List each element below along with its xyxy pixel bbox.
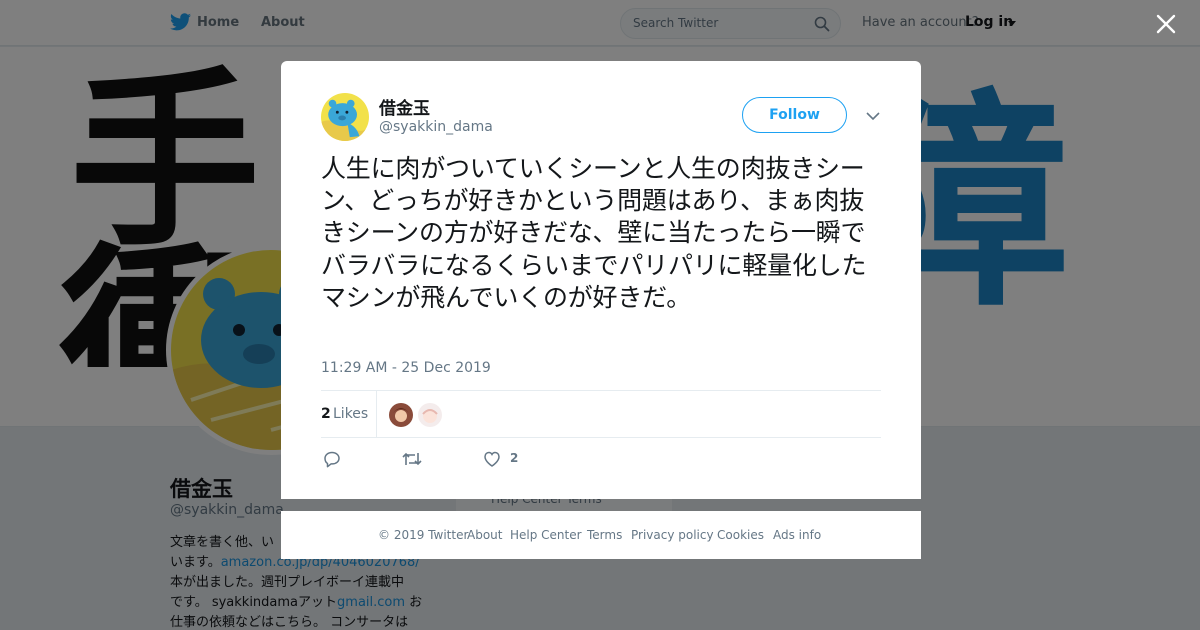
tweet-author-avatar[interactable] (321, 93, 369, 141)
reply-icon[interactable] (323, 450, 341, 468)
tweet-text: 人生に肉がついていくシーンと人生の肉抜きシーン、どっちが好きかという問題はあり、… (321, 154, 867, 312)
heart-icon[interactable] (483, 450, 501, 468)
tweet-stats: 2 Likes (321, 390, 881, 438)
tweet-modal: 借金玉 @syakkin_dama Follow 人生に肉がついていくシーンと人… (281, 61, 921, 499)
footer-copyright: © 2019 Twitter (378, 528, 469, 542)
footer-about-link[interactable]: About (467, 528, 502, 542)
footer-privacy-link[interactable]: Privacy policy (631, 528, 714, 542)
like-action-count[interactable]: 2 (510, 451, 518, 465)
likes-label[interactable]: Likes (333, 406, 368, 422)
tweet-author-handle[interactable]: @syakkin_dama (379, 119, 493, 135)
chevron-down-icon[interactable] (866, 111, 880, 121)
bear-avatar-icon (321, 93, 369, 141)
user-avatar-icon (389, 403, 413, 427)
modal-footer: © 2019 Twitter About Help Center Terms P… (281, 511, 921, 559)
likes-count[interactable]: 2 (321, 406, 331, 422)
retweet-icon[interactable] (402, 450, 422, 468)
stats-divider (376, 391, 377, 438)
user-avatar-icon (418, 403, 442, 427)
tweet-author-name[interactable]: 借金玉 (379, 94, 430, 119)
liker-avatar[interactable] (389, 403, 413, 427)
footer-ads-link[interactable]: Ads info (773, 528, 821, 542)
footer-help-link[interactable]: Help Center (510, 528, 582, 542)
tweet-timestamp[interactable]: 11:29 AM - 25 Dec 2019 (321, 360, 491, 376)
liker-avatar[interactable] (418, 403, 442, 427)
follow-button[interactable]: Follow (742, 97, 847, 133)
footer-terms-link[interactable]: Terms (587, 528, 622, 542)
footer-cookies-link[interactable]: Cookies (717, 528, 764, 542)
close-icon[interactable] (1156, 14, 1176, 34)
